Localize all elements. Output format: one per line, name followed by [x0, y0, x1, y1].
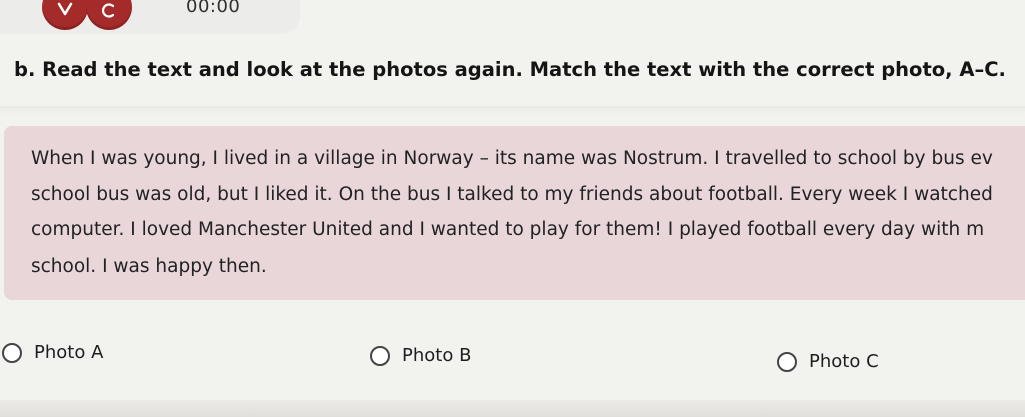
- audio-player: 00:00: [0, 0, 300, 34]
- section-divider: [0, 106, 1025, 114]
- reading-text-box: When I was young, I lived in a village i…: [4, 126, 1025, 300]
- option-label-photo-a: Photo A: [34, 342, 104, 363]
- bottom-edge: [0, 400, 1025, 417]
- play-icon: [57, 2, 73, 16]
- reading-line: computer. I loved Manchester United and …: [31, 219, 985, 240]
- reading-line: When I was young, I lived in a village i…: [31, 148, 993, 169]
- reading-line: school bus was old, but I liked it. On t…: [31, 184, 993, 205]
- exercise-instruction: b. Read the text and look at the photos …: [14, 58, 1006, 81]
- play-button[interactable]: [42, 0, 88, 30]
- audio-timer: 00:00: [186, 0, 241, 17]
- option-photo-b[interactable]: Photo B: [370, 345, 471, 366]
- option-photo-a[interactable]: Photo A: [2, 342, 103, 363]
- radio-photo-b[interactable]: [370, 345, 390, 366]
- option-photo-c[interactable]: Photo C: [777, 351, 879, 372]
- replay-button[interactable]: [86, 0, 132, 30]
- refresh-icon: [101, 3, 115, 18]
- option-label-photo-c: Photo C: [809, 351, 879, 372]
- reading-line: school. I was happy then.: [31, 256, 267, 277]
- radio-photo-a[interactable]: [2, 342, 22, 363]
- radio-photo-c[interactable]: [777, 351, 797, 372]
- option-label-photo-b: Photo B: [402, 345, 472, 366]
